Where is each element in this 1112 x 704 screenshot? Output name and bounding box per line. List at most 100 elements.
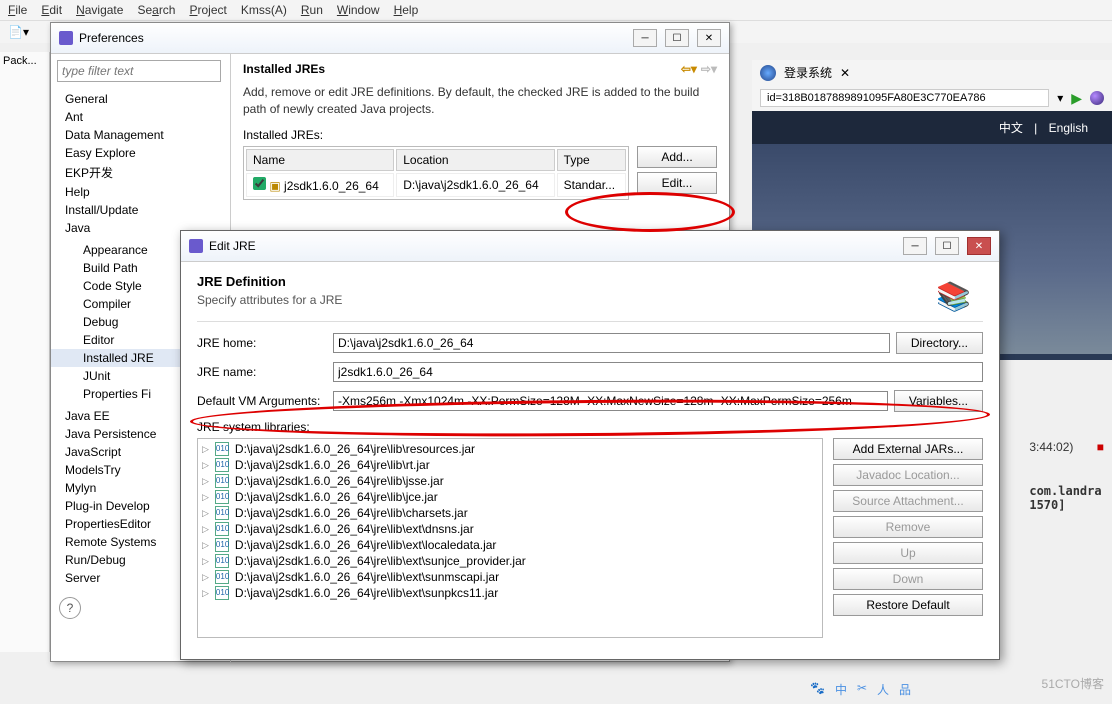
- menu-help[interactable]: Help: [394, 3, 419, 17]
- expand-icon[interactable]: ▷: [202, 588, 209, 599]
- pack-label[interactable]: Pack...: [0, 52, 49, 70]
- lib-side-button: Down: [833, 568, 983, 590]
- lang-cn[interactable]: 中文: [999, 121, 1023, 135]
- close-button[interactable]: ✕: [697, 29, 721, 47]
- prefs-title: Preferences: [79, 31, 144, 45]
- go-icon[interactable]: ▶: [1071, 90, 1082, 107]
- jre-def-sub: Specify attributes for a JRE: [197, 293, 983, 307]
- lib-item[interactable]: ▷010D:\java\j2sdk1.6.0_26_64\jre\lib\jce…: [200, 489, 820, 505]
- menu-edit[interactable]: Edit: [41, 3, 62, 17]
- lib-item[interactable]: ▷010D:\java\j2sdk1.6.0_26_64\jre\lib\cha…: [200, 505, 820, 521]
- forward-icon[interactable]: ⇨▾: [701, 62, 717, 76]
- vm-args-input[interactable]: [333, 391, 888, 411]
- editjre-icon: [189, 239, 203, 253]
- col-type[interactable]: Type: [557, 149, 626, 171]
- lib-item[interactable]: ▷010D:\java\j2sdk1.6.0_26_64\jre\lib\ext…: [200, 537, 820, 553]
- lib-item[interactable]: ▷010D:\java\j2sdk1.6.0_26_64\jre\lib\jss…: [200, 473, 820, 489]
- jre-home-input[interactable]: [333, 333, 890, 353]
- minimize-button[interactable]: ─: [903, 237, 927, 255]
- person-icon[interactable]: 人: [877, 681, 889, 698]
- section-description: Add, remove or edit JRE definitions. By …: [243, 84, 717, 118]
- expand-icon[interactable]: ▷: [202, 556, 209, 567]
- jre-name-input[interactable]: [333, 362, 983, 382]
- expand-icon[interactable]: ▷: [202, 444, 209, 455]
- jre-name: j2sdk1.6.0_26_64: [284, 179, 379, 193]
- dropdown-icon[interactable]: ▾: [1057, 91, 1063, 105]
- lib-side-button: Up: [833, 542, 983, 564]
- directory-button[interactable]: Directory...: [896, 332, 983, 354]
- main-menubar[interactable]: File Edit Navigate Search Project Kmss(A…: [0, 0, 1112, 21]
- jar-icon: 010: [215, 506, 229, 520]
- tree-item[interactable]: Help: [51, 183, 230, 201]
- jre-table[interactable]: Name Location Type ▣ j2sdk1.6.0_26_64 D:…: [243, 146, 629, 200]
- close-button[interactable]: ✕: [967, 237, 991, 255]
- tree-item[interactable]: General: [51, 90, 230, 108]
- lib-item[interactable]: ▷010D:\java\j2sdk1.6.0_26_64\jre\lib\ext…: [200, 521, 820, 537]
- editjre-titlebar[interactable]: Edit JRE ─ ☐ ✕: [181, 231, 999, 262]
- col-name[interactable]: Name: [246, 149, 394, 171]
- menu-kmss[interactable]: Kmss(A): [241, 3, 287, 17]
- expand-icon[interactable]: ▷: [202, 540, 209, 551]
- jre-type: Standar...: [557, 173, 626, 197]
- libs-list[interactable]: ▷010D:\java\j2sdk1.6.0_26_64\jre\lib\res…: [197, 438, 823, 638]
- col-location[interactable]: Location: [396, 149, 554, 171]
- back-icon[interactable]: ⇦▾: [681, 62, 697, 76]
- tree-item[interactable]: Easy Explore: [51, 144, 230, 162]
- editjre-title: Edit JRE: [209, 239, 256, 253]
- zhong-icon[interactable]: 中: [835, 681, 847, 698]
- jre-home-label: JRE home:: [197, 336, 327, 350]
- installed-jres-label: Installed JREs:: [243, 128, 717, 142]
- lib-item[interactable]: ▷010D:\java\j2sdk1.6.0_26_64\jre\lib\rt.…: [200, 457, 820, 473]
- lib-item[interactable]: ▷010D:\java\j2sdk1.6.0_26_64\jre\lib\res…: [200, 441, 820, 457]
- menu-search[interactable]: Search: [137, 3, 175, 17]
- tree-item[interactable]: Install/Update: [51, 201, 230, 219]
- lib-item[interactable]: ▷010D:\java\j2sdk1.6.0_26_64\jre\lib\ext…: [200, 553, 820, 569]
- new-icon[interactable]: 📄▾: [8, 25, 29, 39]
- help-icon[interactable]: ?: [59, 597, 81, 619]
- prefs-titlebar[interactable]: Preferences ─ ☐ ✕: [51, 23, 729, 54]
- jar-icon: 010: [215, 538, 229, 552]
- jre-checkbox[interactable]: [253, 177, 266, 190]
- table-row[interactable]: ▣ j2sdk1.6.0_26_64 D:\java\j2sdk1.6.0_26…: [246, 173, 626, 197]
- variables-button[interactable]: Variables...: [894, 390, 983, 412]
- lib-side-button[interactable]: Restore Default: [833, 594, 983, 616]
- scissors-icon[interactable]: ✂: [857, 681, 867, 698]
- eclipse-icon[interactable]: [1090, 91, 1104, 105]
- lib-side-button[interactable]: Add External JARs...: [833, 438, 983, 460]
- jar-icon: 010: [215, 586, 229, 600]
- package-explorer: Pack...: [0, 52, 50, 652]
- expand-icon[interactable]: ▷: [202, 572, 209, 583]
- menu-window[interactable]: Window: [337, 3, 380, 17]
- tree-item[interactable]: Data Management: [51, 126, 230, 144]
- expand-icon[interactable]: ▷: [202, 476, 209, 487]
- section-heading: Installed JREs: [243, 62, 325, 76]
- url-bar[interactable]: id=318B0187889891095FA80E3C770EA786: [760, 89, 1049, 107]
- lib-item[interactable]: ▷010D:\java\j2sdk1.6.0_26_64\jre\lib\ext…: [200, 569, 820, 585]
- grid-icon[interactable]: 品: [899, 681, 911, 698]
- expand-icon[interactable]: ▷: [202, 460, 209, 471]
- expand-icon[interactable]: ▷: [202, 508, 209, 519]
- lib-side-button: Source Attachment...: [833, 490, 983, 512]
- maximize-button[interactable]: ☐: [665, 29, 689, 47]
- jar-icon: 010: [215, 570, 229, 584]
- add-button[interactable]: Add...: [637, 146, 717, 168]
- minimize-button[interactable]: ─: [633, 29, 657, 47]
- lib-item[interactable]: ▷010D:\java\j2sdk1.6.0_26_64\jre\lib\ext…: [200, 585, 820, 601]
- tree-item[interactable]: EKP开发: [51, 162, 230, 183]
- prefs-icon: [59, 31, 73, 45]
- paw-icon[interactable]: 🐾: [810, 681, 825, 698]
- lang-en[interactable]: English: [1049, 121, 1088, 135]
- menu-file[interactable]: File: [8, 3, 27, 17]
- menu-navigate[interactable]: Navigate: [76, 3, 123, 17]
- expand-icon[interactable]: ▷: [202, 524, 209, 535]
- menu-run[interactable]: Run: [301, 3, 323, 17]
- tab-close-icon[interactable]: ✕: [840, 66, 850, 80]
- edit-button[interactable]: Edit...: [637, 172, 717, 194]
- expand-icon[interactable]: ▷: [202, 492, 209, 503]
- tree-item[interactable]: Ant: [51, 108, 230, 126]
- menu-project[interactable]: Project: [189, 3, 226, 17]
- browser-tab-title[interactable]: 登录系统: [784, 64, 832, 81]
- lang-bar: 中文 | English: [752, 111, 1112, 144]
- filter-input[interactable]: [57, 60, 221, 82]
- maximize-button[interactable]: ☐: [935, 237, 959, 255]
